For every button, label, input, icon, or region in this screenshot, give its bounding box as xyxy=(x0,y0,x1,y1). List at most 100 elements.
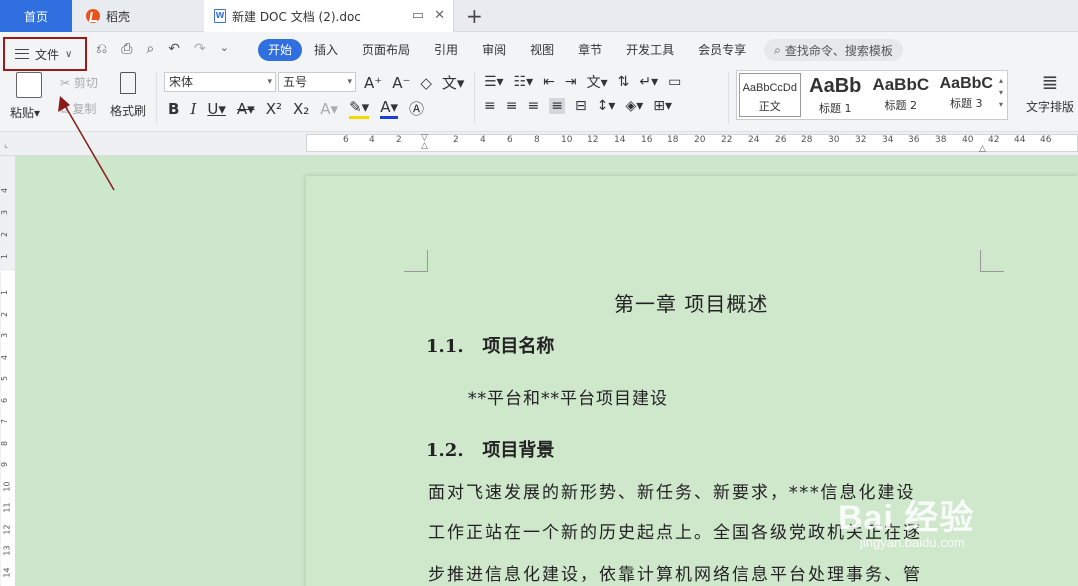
align-right-icon[interactable]: ≡ xyxy=(527,98,539,114)
bold-icon[interactable]: B xyxy=(168,100,179,118)
superscript-icon[interactable]: X² xyxy=(266,100,282,118)
ruler-tick-label: 44 xyxy=(1014,135,1026,145)
indent-marker-icon[interactable]: ▽ △ xyxy=(421,134,428,151)
eraser-icon[interactable]: ◇ xyxy=(420,74,432,92)
copy-button[interactable]: ⧉ 复制 xyxy=(60,100,96,117)
italic-icon[interactable]: I xyxy=(190,100,196,118)
format-clear-icon[interactable]: ⎌ xyxy=(96,41,107,57)
style-heading-2[interactable]: AaBbC 标题 2 xyxy=(868,71,934,119)
font-color-icon[interactable]: A▾ xyxy=(380,98,398,119)
paragraph-tools-row1: ☰▾ ☷▾ ⇤ ⇥ 文▾ ⇅ ↵▾ ▭ xyxy=(484,72,681,92)
horizontal-ruler: ⌞ 6 4 2 2 4 6 8 10 12 14 16 18 20 22 24 26 28 30 32 34 36 38 4… xyxy=(0,132,1078,156)
redo-icon[interactable]: ↷ xyxy=(194,41,206,57)
style-heading-3[interactable]: AaBbC 标题 3 xyxy=(934,71,1000,119)
style-sample: AaBbC xyxy=(872,75,930,94)
tab-member[interactable]: 会员专享 xyxy=(686,39,758,61)
tab-page-layout[interactable]: 页面布局 xyxy=(350,39,422,61)
bullet-list-icon[interactable]: ☰▾ xyxy=(484,74,504,90)
increase-indent-icon[interactable]: ⇥ xyxy=(565,74,577,90)
paragraph-project-name[interactable]: **平台和**平台项目建设 xyxy=(468,384,668,409)
ruler-tick-label: 28 xyxy=(801,135,813,145)
decrease-indent-icon[interactable]: ⇤ xyxy=(543,74,555,90)
customize-chevron-icon[interactable]: ⌄ xyxy=(220,41,229,57)
increase-font-icon[interactable]: A⁺ xyxy=(364,74,382,92)
show-marks-icon[interactable]: ↵▾ xyxy=(639,74,658,90)
font-tools-row1: A⁺ A⁻ ◇ 文▾ xyxy=(364,72,464,93)
underline-icon[interactable]: U▾ xyxy=(207,100,226,118)
numbered-list-icon[interactable]: ☷▾ xyxy=(514,74,534,90)
daoke-logo-icon xyxy=(86,9,100,23)
table-border-icon[interactable]: ▭ xyxy=(668,74,681,90)
tab-start[interactable]: 开始 xyxy=(258,39,303,61)
strikethrough-icon[interactable]: A▾ xyxy=(237,100,255,118)
word-doc-icon: W xyxy=(214,9,226,23)
distributed-icon[interactable]: ⊟ xyxy=(575,98,587,114)
sort-icon[interactable]: ⇅ xyxy=(618,74,630,90)
tab-home[interactable]: 首页 xyxy=(0,0,72,32)
text-effect-icon[interactable]: A▾ xyxy=(320,100,338,118)
line-spacing-icon[interactable]: ↕▾ xyxy=(597,98,616,114)
justify-icon[interactable]: ≡ xyxy=(549,98,565,114)
font-name-select[interactable]: 宋体 xyxy=(164,72,276,92)
window-float-icon[interactable]: ▭ xyxy=(412,8,424,23)
format-painter-label: 格式刷 xyxy=(110,104,147,118)
ruler-tick-label: 4 xyxy=(0,187,10,194)
format-painter-button[interactable]: 格式刷 xyxy=(110,72,146,119)
paragraph-line[interactable]: 步推进信息化建设，依靠计算机网络信息平台处理事务、管 xyxy=(428,560,922,585)
ruler-tick-label: 34 xyxy=(882,135,894,145)
right-indent-marker-icon[interactable]: △ xyxy=(979,144,986,154)
chinese-layout-icon[interactable]: 文▾ xyxy=(587,72,608,92)
align-left-icon[interactable]: ≡ xyxy=(484,98,496,114)
style-heading-1[interactable]: AaBb 标题 1 xyxy=(803,71,869,119)
print-icon[interactable]: ⎙ xyxy=(121,41,132,57)
text-layout-icon: ≣ xyxy=(1041,70,1059,94)
tab-daoke[interactable]: 稻壳 xyxy=(74,0,200,32)
print-preview-icon[interactable]: ⌕ xyxy=(146,41,154,57)
paste-button[interactable]: 粘贴▾ xyxy=(10,72,42,121)
tab-section[interactable]: 章节 xyxy=(566,39,614,61)
subscript-icon[interactable]: X₂ xyxy=(293,100,309,118)
phonetic-icon[interactable]: 文▾ xyxy=(442,72,465,93)
ruler-tick-label: 10 xyxy=(2,480,12,492)
tab-view[interactable]: 视图 xyxy=(518,39,566,61)
ruler-tick-label: 38 xyxy=(935,135,947,145)
char-border-icon[interactable]: Ⓐ xyxy=(409,98,424,119)
ruler-tick-label: 12 xyxy=(587,135,599,145)
borders-icon[interactable]: ⊞▾ xyxy=(653,98,672,114)
font-size-select[interactable]: 五号 xyxy=(278,72,356,92)
section-heading-2[interactable]: 1.2. 项目背景 xyxy=(426,436,554,462)
watermark-logo-text: Bai 经验 xyxy=(838,499,975,537)
section-number: 1.1. xyxy=(426,336,464,357)
undo-icon[interactable]: ↶ xyxy=(168,41,180,57)
tab-developer[interactable]: 开发工具 xyxy=(614,39,686,61)
cut-button[interactable]: ✂ 剪切 xyxy=(60,74,98,91)
paragraph-tools-row2: ≡ ≡ ≡ ≡ ⊟ ↕▾ ◈▾ ⊞▾ xyxy=(484,98,672,114)
tab-references[interactable]: 引用 xyxy=(422,39,470,61)
ruler-tick-label: 6 xyxy=(343,135,349,145)
tab-review[interactable]: 审阅 xyxy=(470,39,518,61)
divider xyxy=(474,72,475,124)
style-gallery-scroll[interactable]: ▴ ▾ ▾ xyxy=(999,71,1007,119)
align-center-icon[interactable]: ≡ xyxy=(506,98,518,114)
scissors-icon: ✂ xyxy=(60,76,71,90)
ruler-tick-label: 46 xyxy=(1040,135,1052,145)
ruler-tick-label: 9 xyxy=(0,461,10,468)
new-tab-button[interactable]: + xyxy=(466,4,483,28)
decrease-font-icon[interactable]: A⁻ xyxy=(392,74,410,92)
chapter-heading[interactable]: 第一章 项目概述 xyxy=(614,288,768,317)
tab-insert[interactable]: 插入 xyxy=(302,39,350,61)
cut-label: 剪切 xyxy=(73,76,98,90)
highlight-icon[interactable]: ✎▾ xyxy=(349,98,370,119)
shading-icon[interactable]: ◈▾ xyxy=(625,98,643,114)
file-menu-button[interactable]: 文件 ∨ xyxy=(3,37,87,71)
tab-document[interactable]: W 新建 DOC 文档 (2).doc ▭ ✕ xyxy=(204,0,454,32)
ruler-tick-label: 24 xyxy=(748,135,760,145)
command-search[interactable]: ⌕ 查找命令、搜索模板 xyxy=(764,39,903,61)
close-tab-icon[interactable]: ✕ xyxy=(434,8,445,23)
style-name: 标题 1 xyxy=(819,102,852,115)
section-heading-1[interactable]: 1.1. 项目名称 xyxy=(426,332,554,358)
text-layout-button[interactable]: ≣ 文字排版 xyxy=(1026,70,1074,115)
file-menu-label: 文件 xyxy=(35,47,60,62)
ruler-tick-label: 3 xyxy=(0,209,10,216)
style-normal[interactable]: AaBbCcDd 正文 xyxy=(739,73,801,117)
